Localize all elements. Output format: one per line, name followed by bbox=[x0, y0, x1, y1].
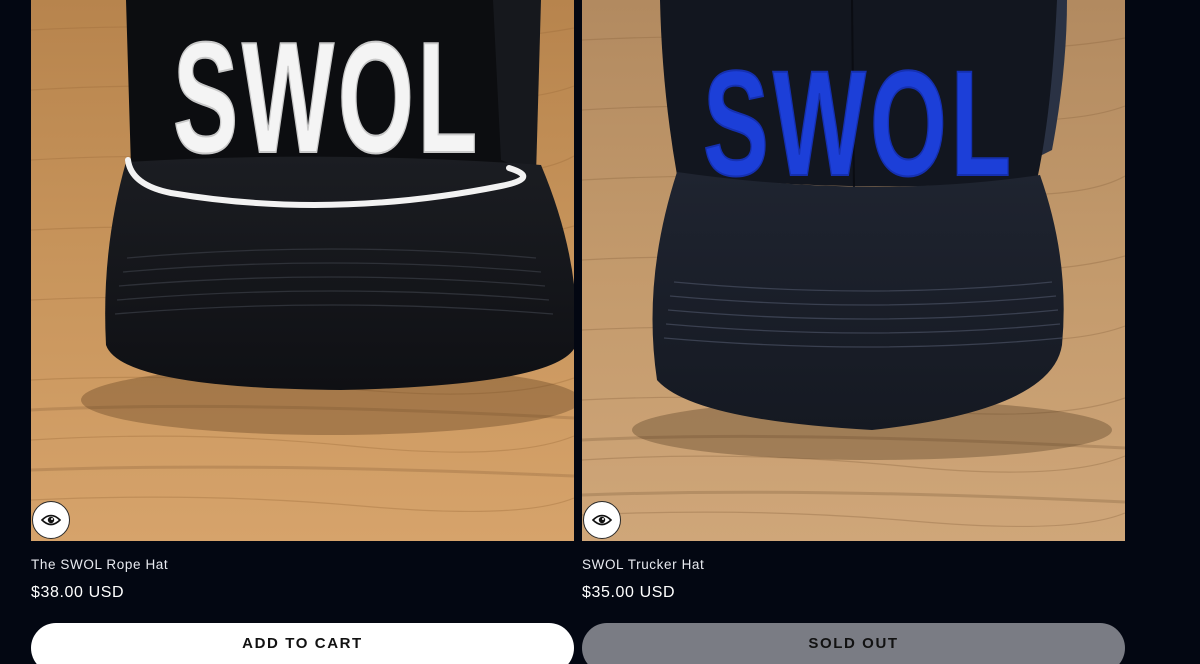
hat-embroidery-text: SWOL bbox=[703, 39, 1015, 207]
quick-view-button[interactable] bbox=[32, 501, 70, 539]
product-image[interactable]: SWOL bbox=[31, 0, 574, 541]
hat-embroidery-text: SWOL bbox=[173, 10, 481, 186]
sold-out-button[interactable]: SOLD OUT bbox=[582, 623, 1125, 664]
product-image[interactable]: SWOL bbox=[582, 0, 1125, 541]
product-grid: SWOL The SWOL Rope Hat $38.00 USD ADD TO… bbox=[0, 0, 1200, 664]
product-photo-rope-hat: SWOL bbox=[31, 0, 574, 541]
product-title[interactable]: SWOL Trucker Hat bbox=[582, 557, 704, 572]
product-price: $35.00 USD bbox=[582, 584, 676, 601]
product-price: $38.00 USD bbox=[31, 584, 125, 601]
eye-icon bbox=[41, 514, 61, 526]
add-to-cart-button[interactable]: ADD TO CART bbox=[31, 623, 574, 664]
product-title[interactable]: The SWOL Rope Hat bbox=[31, 557, 168, 572]
product-photo-trucker-hat: SWOL bbox=[582, 0, 1125, 541]
product-card: SWOL SWOL Trucker Hat $35.00 USD SOLD OU… bbox=[582, 0, 1125, 664]
eye-icon bbox=[592, 514, 612, 526]
product-card: SWOL The SWOL Rope Hat $38.00 USD ADD TO… bbox=[31, 0, 574, 664]
quick-view-button[interactable] bbox=[583, 501, 621, 539]
